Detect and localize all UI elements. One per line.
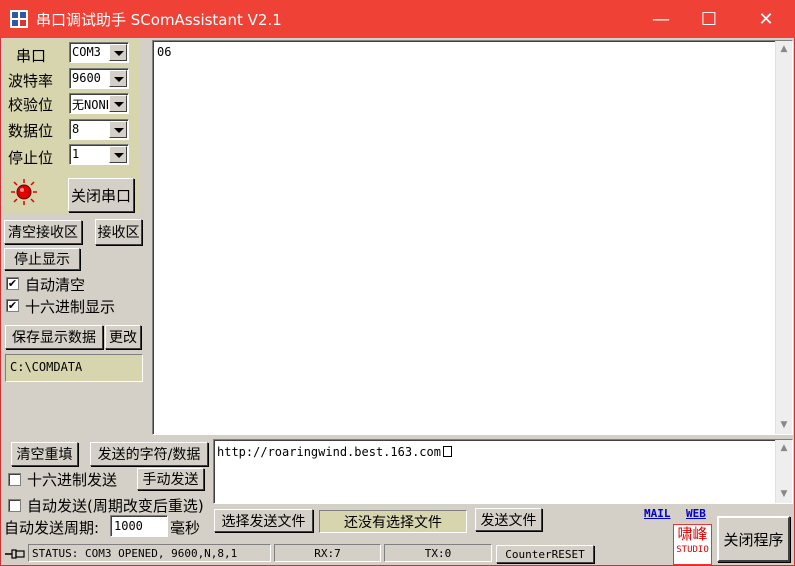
receive-textarea[interactable]: 06 ▲ ▼ (152, 40, 793, 435)
send-scrollbar[interactable]: ▲ ▼ (775, 440, 792, 503)
databits-select[interactable]: 8 (69, 119, 129, 140)
chevron-down-icon[interactable] (109, 121, 127, 138)
manual-send-button[interactable]: 手动发送 (137, 468, 204, 490)
port-label: 串口 (16, 47, 47, 65)
logo-bottom-text: STUDIO (676, 545, 709, 555)
web-link[interactable]: WEB (686, 507, 706, 520)
baud-select[interactable]: 9600 (69, 68, 129, 89)
send-content: http://roaringwind.best.163.com (217, 445, 452, 459)
stop-display-button[interactable]: 停止显示 (4, 248, 80, 270)
auto-send-checkbox[interactable] (8, 499, 21, 512)
exit-program-button[interactable]: 关闭程序 (717, 516, 790, 562)
title-bar: 串口调试助手 SComAssistant V2.1 — ☐ ✕ (0, 0, 795, 38)
status-bar: STATUS: COM3 OPENED, 9600,N,8,1 RX:7 TX:… (1, 544, 671, 564)
receive-area-tag[interactable]: 接收区 (95, 219, 142, 245)
app-icon (9, 9, 29, 29)
window-title: 串口调试助手 SComAssistant V2.1 (36, 11, 282, 29)
send-data-tag[interactable]: 发送的字符/数据 (90, 442, 208, 466)
save-data-button[interactable]: 保存显示数据 (5, 325, 103, 349)
pin-icon (4, 546, 26, 562)
port-value: COM3 (72, 45, 101, 59)
hex-display-checkbox[interactable]: ✔ (6, 299, 19, 312)
chevron-down-icon[interactable] (109, 146, 127, 163)
status-text: STATUS: COM3 OPENED, 9600,N,8,1 (28, 544, 271, 562)
select-file-button[interactable]: 选择发送文件 (214, 509, 313, 532)
stopbits-select[interactable]: 1 (69, 144, 129, 165)
send-file-button[interactable]: 发送文件 (475, 508, 542, 531)
send-period-input[interactable]: 1000 (110, 515, 168, 537)
client-area: 串口 COM3 波特率 9600 校验位 无NONE 数据位 8 停止位 1 (0, 38, 795, 566)
baud-value: 9600 (72, 71, 101, 85)
stopbits-value: 1 (72, 147, 80, 161)
maximize-button[interactable]: ☐ (684, 0, 734, 38)
baud-label: 波特率 (8, 72, 54, 90)
clear-refill-button[interactable]: 清空重填 (11, 442, 78, 466)
auto-clear-checkbox[interactable]: ✔ (6, 277, 19, 290)
minimize-button[interactable]: — (636, 0, 686, 38)
parity-label: 校验位 (8, 96, 54, 114)
port-status-led-icon (10, 178, 38, 206)
receive-content: 06 (157, 45, 172, 59)
port-select[interactable]: COM3 (69, 42, 129, 63)
clear-receive-button[interactable]: 清空接收区 (4, 220, 82, 244)
hex-send-label: 十六进制发送 (27, 471, 118, 489)
databits-value: 8 (72, 122, 80, 136)
period-unit-label: 毫秒 (170, 519, 201, 537)
mail-link[interactable]: MAIL (644, 507, 671, 520)
parity-select[interactable]: 无NONE (69, 93, 129, 114)
counter-reset-button[interactable]: CounterRESET (496, 545, 594, 563)
scroll-up-icon[interactable]: ▲ (776, 440, 792, 457)
auto-send-label: 自动发送(周期改变后重选) (27, 497, 204, 515)
send-textarea[interactable]: http://roaringwind.best.163.com ▲ ▼ (213, 439, 793, 504)
send-content-text: http://roaringwind.best.163.com (217, 445, 441, 459)
chevron-down-icon[interactable] (109, 95, 127, 112)
text-cursor-icon (442, 446, 452, 457)
check-icon: ✔ (7, 299, 18, 312)
receive-scrollbar[interactable]: ▲ ▼ (775, 41, 792, 434)
logo-top-text: 啸峰 (677, 525, 708, 543)
scroll-down-icon[interactable]: ▼ (776, 486, 792, 503)
studio-logo: 啸峰 STUDIO (673, 524, 712, 565)
hex-display-label: 十六进制显示 (25, 298, 116, 316)
send-period-label: 自动发送周期: (4, 519, 100, 537)
tx-counter: TX:0 (384, 544, 492, 562)
databits-label: 数据位 (8, 122, 54, 140)
chevron-down-icon[interactable] (109, 70, 127, 87)
auto-clear-label: 自动清空 (25, 276, 86, 294)
chevron-down-icon[interactable] (109, 44, 127, 61)
check-icon: ✔ (7, 277, 18, 290)
scroll-down-icon[interactable]: ▼ (776, 417, 792, 434)
parity-value: 无NONE (72, 98, 108, 112)
rx-counter: RX:7 (274, 544, 381, 562)
hex-send-checkbox[interactable] (8, 473, 21, 486)
scroll-up-icon[interactable]: ▲ (776, 41, 792, 58)
save-path-field: C:\COMDATA (5, 354, 143, 382)
file-status-field: 还没有选择文件 (319, 510, 467, 533)
stopbits-label: 停止位 (8, 149, 54, 167)
close-button[interactable]: ✕ (741, 0, 791, 38)
port-settings-panel: 串口 COM3 波特率 9600 校验位 无NONE 数据位 8 停止位 1 (4, 40, 140, 213)
close-port-button[interactable]: 关闭串口 (68, 178, 134, 212)
change-path-button[interactable]: 更改 (105, 325, 141, 349)
